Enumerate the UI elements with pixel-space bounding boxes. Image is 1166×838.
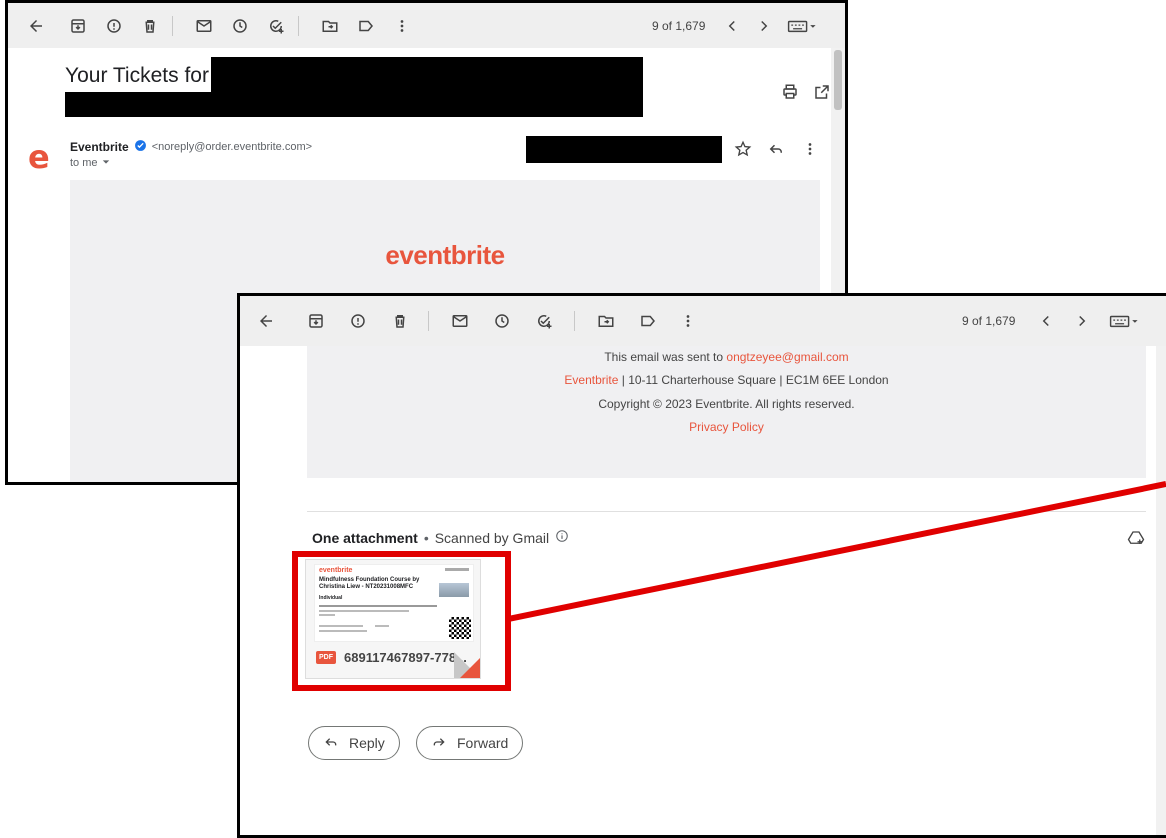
forward-icon <box>431 734 447 753</box>
more-vert-icon[interactable] <box>392 16 412 36</box>
verified-icon <box>134 139 147 155</box>
delete-icon[interactable] <box>140 16 160 36</box>
privacy-policy-link[interactable]: Privacy Policy <box>307 420 1146 434</box>
label-icon[interactable] <box>638 311 658 331</box>
print-icon[interactable] <box>780 82 800 102</box>
address-text: | 10-11 Charterhouse Square | EC1M 6EE L… <box>618 373 889 387</box>
redaction <box>211 57 643 92</box>
sender-line: Eventbrite <noreply@order.eventbrite.com… <box>70 139 312 155</box>
open-new-window-icon[interactable] <box>812 82 832 102</box>
forward-label: Forward <box>457 735 509 751</box>
keyboard-icon[interactable] <box>786 16 820 36</box>
back-arrow-icon[interactable] <box>26 16 46 36</box>
snooze-icon[interactable] <box>230 16 250 36</box>
redaction <box>65 92 643 117</box>
chevron-down-icon <box>102 157 110 169</box>
reply-icon[interactable] <box>766 139 786 159</box>
more-vert-icon[interactable] <box>678 311 698 331</box>
older-chevron-icon[interactable] <box>754 16 774 36</box>
eventbrite-link[interactable]: Eventbrite <box>564 373 618 387</box>
reply-label: Reply <box>349 735 385 751</box>
delete-icon[interactable] <box>390 311 410 331</box>
add-task-icon[interactable] <box>266 16 286 36</box>
reply-button[interactable]: Reply <box>308 726 400 760</box>
reply-icon <box>323 734 339 753</box>
forward-button[interactable]: Forward <box>416 726 524 760</box>
redaction <box>526 136 722 163</box>
recipient-label: to me <box>70 157 98 169</box>
more-vert-icon[interactable] <box>800 139 820 159</box>
email-footer: This email was sent to ongtzeyee@gmail.c… <box>307 346 1146 478</box>
email-window-bottom: 9 of 1,679 This email was sent to ongtze… <box>237 293 1166 838</box>
sent-to-label: This email was sent to <box>604 350 727 364</box>
scrollbar[interactable] <box>1156 346 1166 835</box>
recipient-dropdown[interactable]: to me <box>70 157 110 169</box>
email-toolbar: 9 of 1,679 <box>8 3 845 48</box>
report-spam-icon[interactable] <box>348 311 368 331</box>
newer-chevron-icon[interactable] <box>1036 311 1056 331</box>
address-line: Eventbrite | 10-11 Charterhouse Square |… <box>307 373 1146 387</box>
move-to-icon[interactable] <box>596 311 616 331</box>
message-count: 9 of 1,679 <box>962 314 1016 328</box>
recipient-email-link[interactable]: ongtzeyee@gmail.com <box>726 350 848 364</box>
attachment-header: One attachment • Scanned by Gmail <box>312 529 569 546</box>
email-toolbar: 9 of 1,679 <box>240 296 1166 346</box>
label-icon[interactable] <box>356 16 376 36</box>
attachment-highlight <box>292 551 511 691</box>
star-icon[interactable] <box>733 139 753 159</box>
scrollbar-thumb[interactable] <box>834 50 842 110</box>
mark-unread-icon[interactable] <box>450 311 470 331</box>
message-count: 9 of 1,679 <box>652 18 706 33</box>
back-arrow-icon[interactable] <box>256 311 276 331</box>
attachment-count: One attachment <box>312 529 418 546</box>
sender-email: <noreply@order.eventbrite.com> <box>151 141 313 153</box>
archive-icon[interactable] <box>68 16 88 36</box>
scanned-label: Scanned by Gmail <box>434 529 550 546</box>
eventbrite-logo: eventbrite <box>385 240 505 270</box>
newer-chevron-icon[interactable] <box>722 16 742 36</box>
info-icon[interactable] <box>555 529 569 546</box>
archive-icon[interactable] <box>306 311 326 331</box>
older-chevron-icon[interactable] <box>1072 311 1092 331</box>
add-task-icon[interactable] <box>534 311 554 331</box>
sender-avatar[interactable]: e <box>28 141 50 173</box>
divider <box>307 511 1146 512</box>
email-subject: Your Tickets for <box>65 64 209 87</box>
sent-to-line: This email was sent to ongtzeyee@gmail.c… <box>307 350 1146 364</box>
separator-dot: • <box>423 529 429 546</box>
sender-name[interactable]: Eventbrite <box>70 140 129 154</box>
save-to-drive-icon[interactable] <box>1126 528 1146 548</box>
snooze-icon[interactable] <box>492 311 512 331</box>
move-to-icon[interactable] <box>320 16 340 36</box>
mark-unread-icon[interactable] <box>194 16 214 36</box>
report-spam-icon[interactable] <box>104 16 124 36</box>
keyboard-icon[interactable] <box>1108 311 1142 331</box>
copyright-text: Copyright © 2023 Eventbrite. All rights … <box>598 397 855 411</box>
